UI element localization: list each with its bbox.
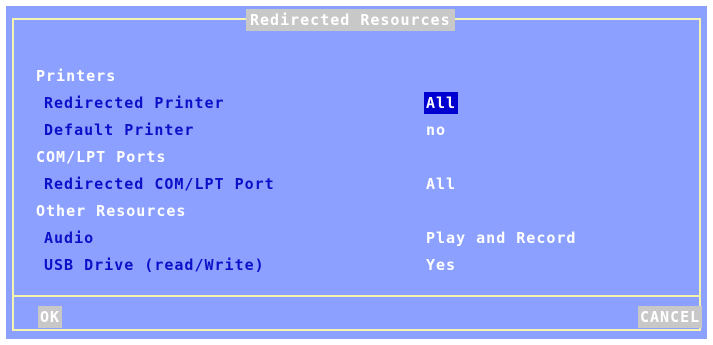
terminal-screen: Redirected Resources Printers Redirected…: [6, 6, 707, 339]
redirected-printer-value[interactable]: All: [424, 92, 459, 114]
cancel-button[interactable]: CANCEL: [638, 306, 703, 328]
section-com-lpt-ports: COM/LPT Ports: [36, 148, 167, 166]
redirected-com-lpt-port-value[interactable]: All: [424, 173, 458, 195]
usb-drive-label: USB Drive (read/Write): [44, 256, 265, 274]
redirected-printer-label: Redirected Printer: [44, 94, 225, 112]
section-other-resources: Other Resources: [36, 202, 187, 220]
dialog-title: Redirected Resources: [246, 9, 455, 31]
section-printers: Printers: [36, 67, 117, 85]
usb-drive-value[interactable]: Yes: [424, 254, 458, 276]
redirected-com-lpt-port-label: Redirected COM/LPT Port: [44, 175, 275, 193]
default-printer-label: Default Printer: [44, 121, 195, 139]
audio-value[interactable]: Play and Record: [424, 227, 578, 249]
button-divider: [12, 295, 701, 297]
default-printer-value[interactable]: no: [424, 119, 448, 141]
ok-button[interactable]: OK: [38, 306, 63, 328]
audio-label: Audio: [44, 229, 95, 247]
